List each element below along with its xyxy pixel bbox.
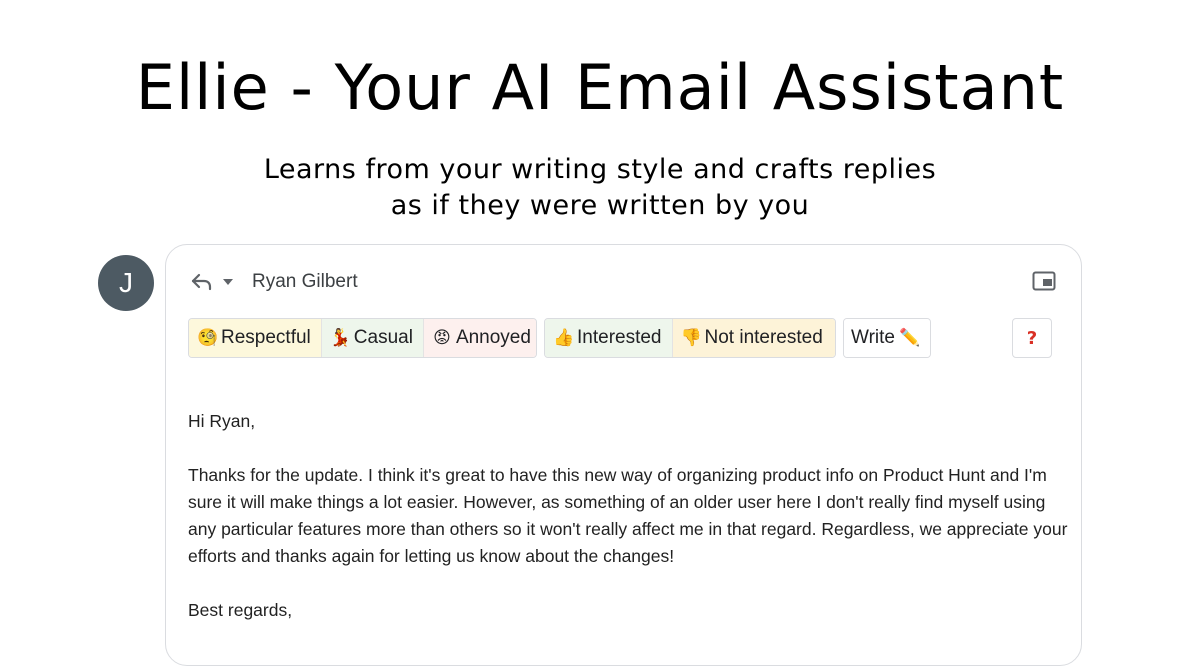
caret-down-icon[interactable]	[218, 268, 238, 296]
tone-interested-button[interactable]: 👍 Interested	[545, 319, 673, 357]
tone-label: Interested	[577, 327, 662, 348]
pencil-icon: ✏️	[898, 328, 921, 348]
reply-arrow-icon[interactable]	[188, 268, 216, 296]
thumbs-up-icon: 👍	[553, 328, 575, 348]
avatar[interactable]: J	[98, 255, 154, 311]
email-signoff[interactable]: Best regards,	[188, 597, 1068, 624]
recipient-name[interactable]: Ryan Gilbert	[252, 271, 358, 293]
monocle-face-icon: 🧐	[197, 328, 219, 348]
write-label: Write	[851, 327, 895, 348]
dancer-icon: 💃	[329, 328, 351, 348]
write-button[interactable]: Write ✏️	[844, 319, 930, 357]
tone-casual-button[interactable]: 💃 Casual	[321, 319, 424, 357]
question-mark-icon: ?	[1026, 327, 1038, 349]
help-button[interactable]: ?	[1012, 318, 1052, 358]
subtitle-line-1: Learns from your writing style and craft…	[263, 154, 937, 185]
popout-window-icon[interactable]	[1032, 271, 1056, 291]
tone-respectful-button[interactable]: 🧐 Respectful	[189, 319, 322, 357]
tone-not-interested-button[interactable]: 👎 Not interested	[672, 319, 835, 357]
tone-group-write: Write ✏️	[843, 318, 931, 358]
page-title: Ellie - Your AI Email Assistant	[135, 51, 1065, 124]
email-greeting[interactable]: Hi Ryan,	[188, 408, 1068, 435]
reply-header: Ryan Gilbert	[188, 266, 358, 298]
tone-label: Annoyed	[455, 327, 531, 348]
tone-label: Respectful	[221, 327, 311, 348]
tone-label: Casual	[353, 327, 413, 348]
subtitle-line-2: as if they were written by you	[390, 190, 810, 221]
tone-group-interest: 👍 Interested 👎 Not interested	[544, 318, 836, 358]
thumbs-down-icon: 👎	[680, 328, 702, 348]
angry-face-icon: 😡	[433, 328, 451, 348]
tone-annoyed-button[interactable]: 😡 Annoyed	[423, 319, 536, 357]
tone-group-mood: 🧐 Respectful 💃 Casual 😡 Annoyed	[188, 318, 537, 358]
tone-label: Not interested	[704, 327, 823, 348]
email-body-paragraph[interactable]: Thanks for the update. I think it's grea…	[188, 462, 1068, 570]
